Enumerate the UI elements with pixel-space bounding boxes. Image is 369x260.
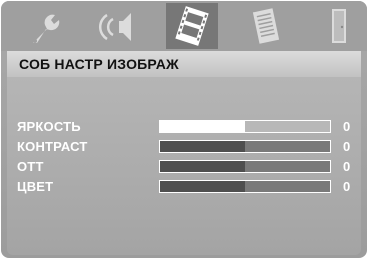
- setting-row-color[interactable]: ЦВЕТ 0: [7, 178, 361, 196]
- setting-value: 0: [343, 179, 351, 194]
- tab-video[interactable]: [166, 3, 218, 49]
- tab-audio[interactable]: [93, 3, 143, 49]
- setting-label: КОНТРАСТ: [17, 139, 88, 154]
- page-title: СОБ НАСТР ИЗОБРАЖ: [19, 56, 179, 72]
- slider-fill: [160, 161, 245, 172]
- exit-door-icon: [332, 9, 346, 43]
- osd-screen: СОБ НАСТР ИЗОБРАЖ ЯРКОСТЬ 0 КОНТРАСТ 0 О…: [1, 1, 367, 258]
- slider-fill: [160, 181, 245, 192]
- hue-slider[interactable]: [159, 160, 331, 173]
- wrench-icon: [33, 14, 60, 43]
- speaker-icon: [98, 13, 131, 41]
- setting-label: ЯРКОСТЬ: [17, 119, 81, 134]
- menu-tab-bar: [1, 1, 367, 51]
- setting-label: ЦВЕТ: [17, 179, 54, 194]
- setting-value: 0: [343, 159, 351, 174]
- contrast-slider[interactable]: [159, 140, 331, 153]
- tab-settings[interactable]: [23, 3, 73, 49]
- tab-preferences[interactable]: [241, 3, 291, 49]
- setting-value: 0: [343, 139, 351, 154]
- setting-value: 0: [343, 119, 351, 134]
- tab-exit[interactable]: [316, 3, 362, 49]
- brightness-slider[interactable]: [159, 120, 331, 133]
- document-icon: [252, 8, 280, 44]
- slider-fill: [160, 141, 245, 152]
- setting-row-contrast[interactable]: КОНТРАСТ 0: [7, 138, 361, 156]
- setting-row-hue[interactable]: ОТТ 0: [7, 158, 361, 176]
- setting-row-brightness[interactable]: ЯРКОСТЬ 0: [7, 118, 361, 136]
- setting-label: ОТТ: [17, 159, 44, 174]
- film-icon: [175, 6, 209, 46]
- menu-title-bar: СОБ НАСТР ИЗОБРАЖ: [7, 51, 361, 77]
- settings-panel: ЯРКОСТЬ 0 КОНТРАСТ 0 ОТТ 0 ЦВЕТ 0: [7, 77, 361, 255]
- slider-fill: [160, 121, 245, 132]
- color-slider[interactable]: [159, 180, 331, 193]
